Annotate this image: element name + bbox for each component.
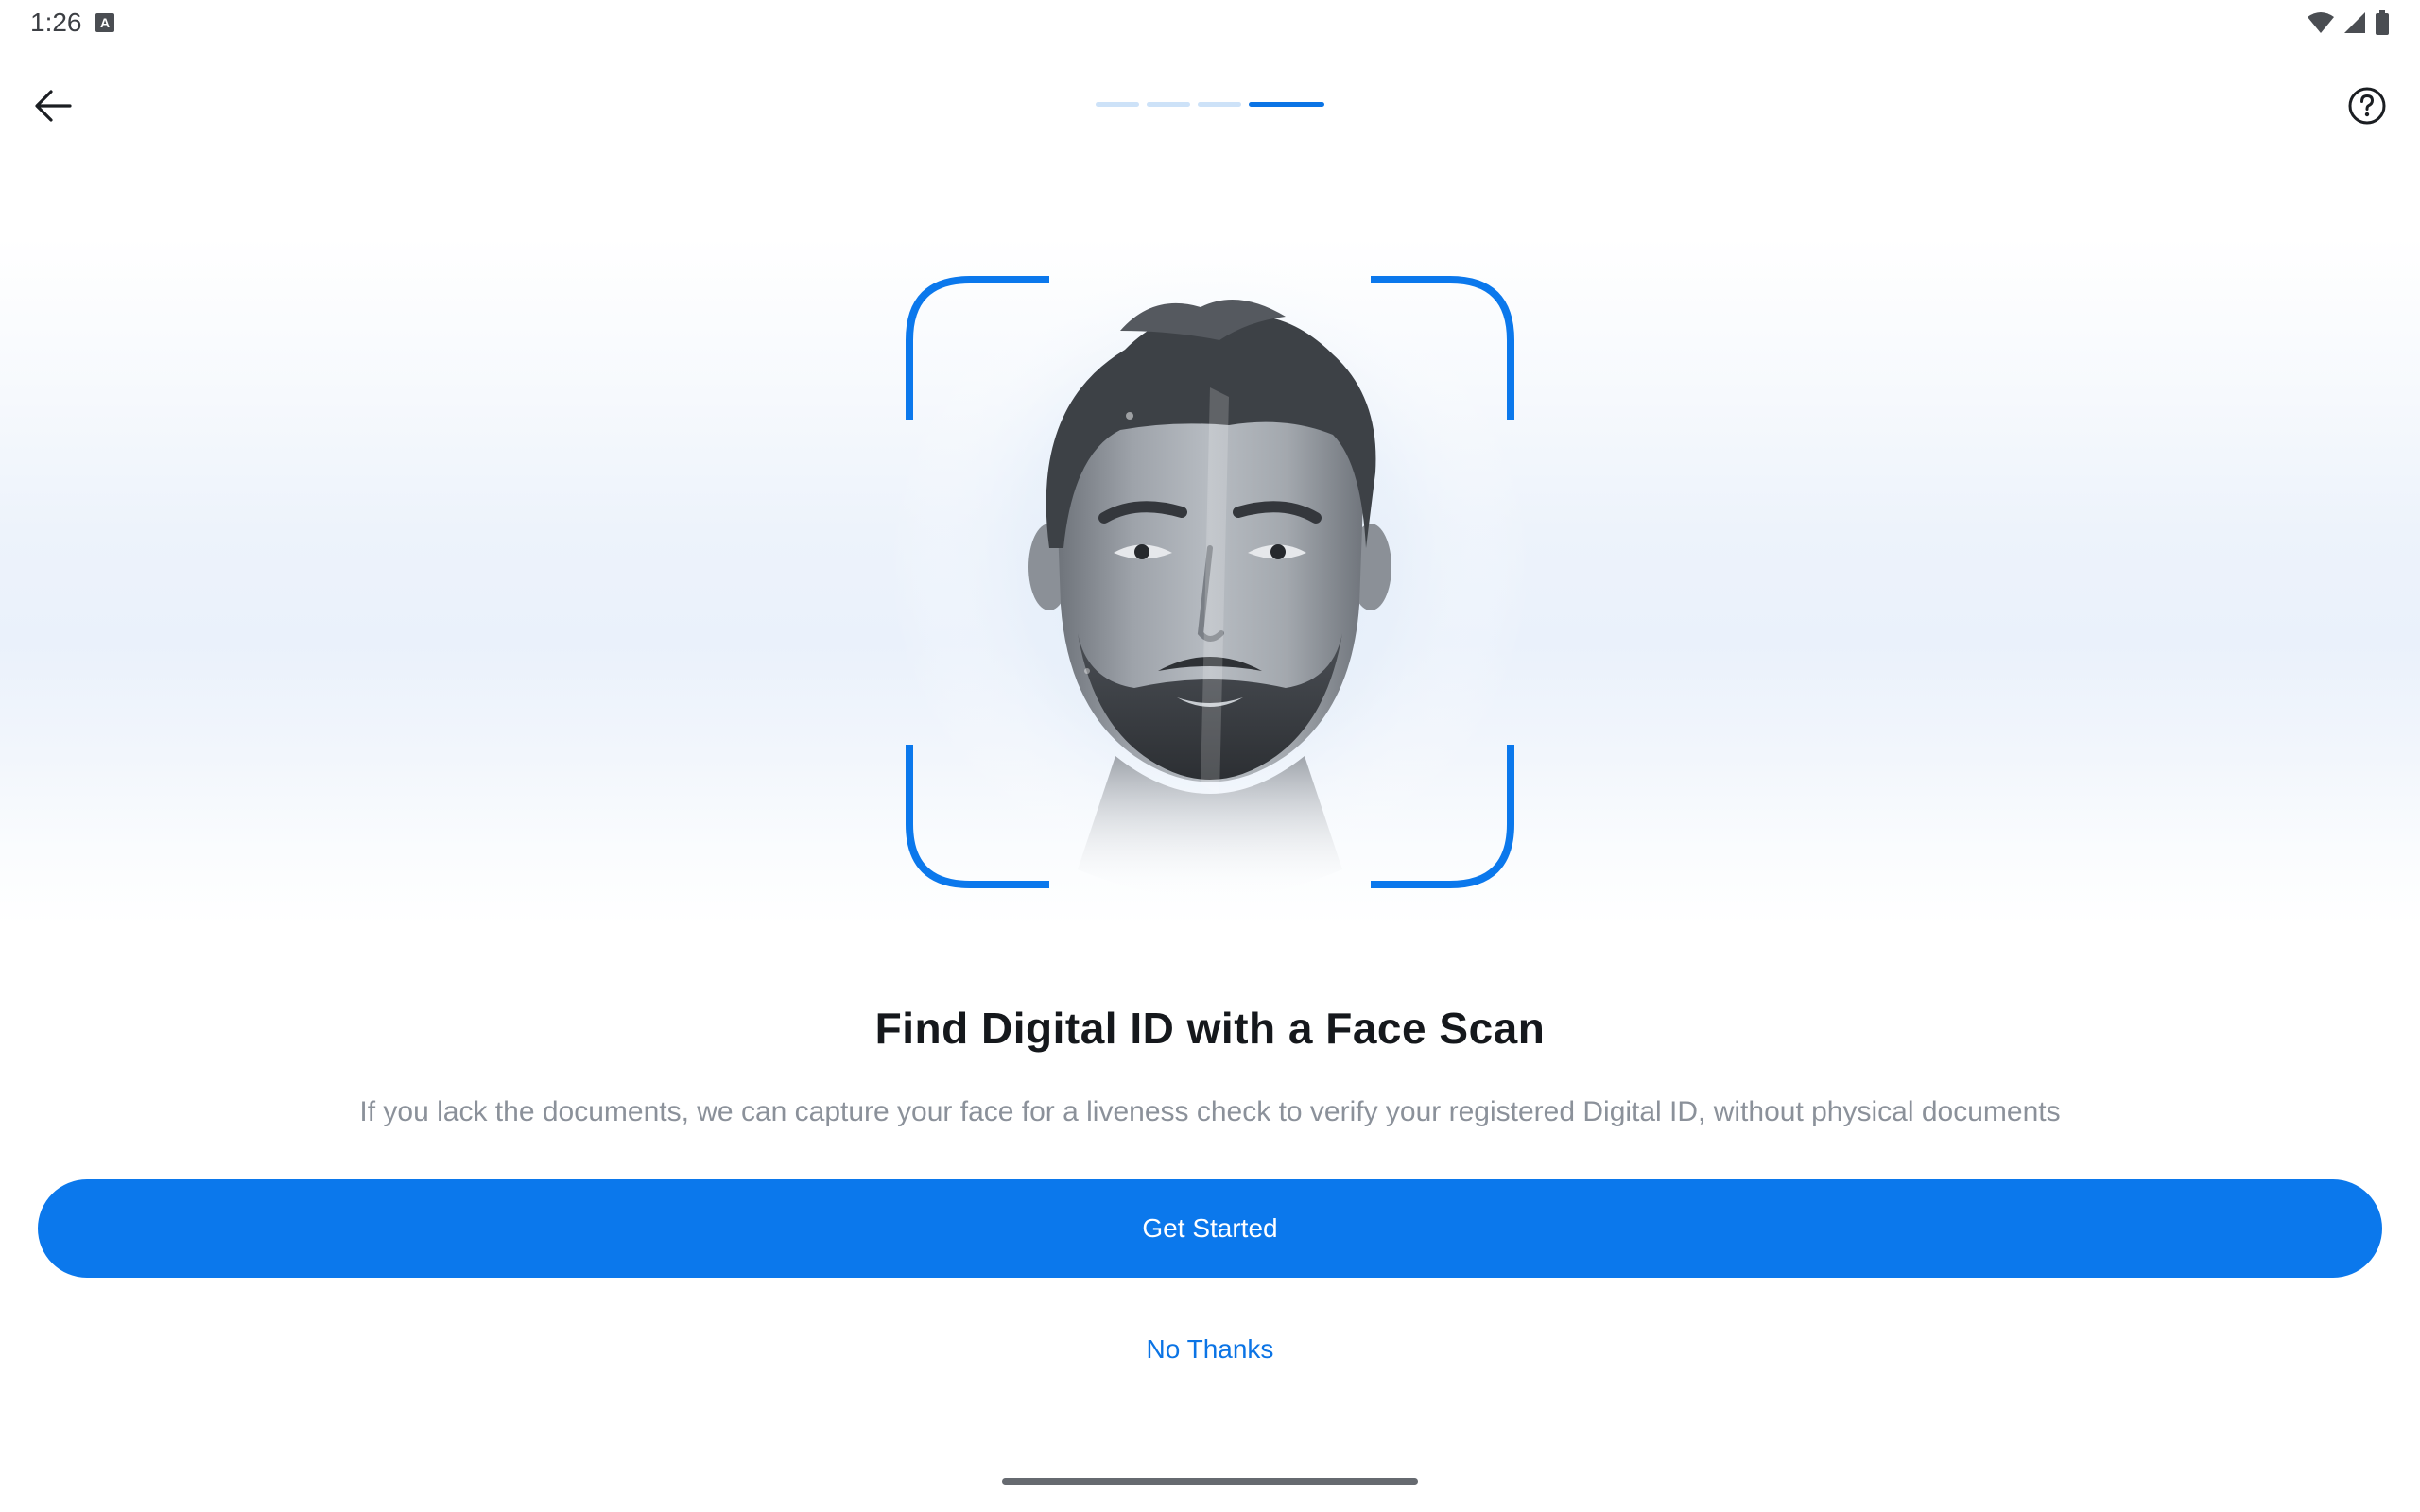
progress-step-3 <box>1198 102 1241 107</box>
progress-step-1 <box>1096 102 1139 107</box>
no-thanks-button[interactable]: No Thanks <box>1115 1321 1305 1378</box>
wifi-icon <box>2308 12 2334 33</box>
back-button[interactable] <box>23 76 83 136</box>
face-scan-illustration <box>889 265 1531 907</box>
face-portrait <box>889 265 1531 898</box>
status-icons <box>2307 9 2390 36</box>
status-bar: 1:26 A <box>0 0 2420 45</box>
battery-icon <box>2376 10 2389 35</box>
help-circle-icon <box>2348 87 2386 125</box>
progress-step-4-active <box>1249 102 1324 107</box>
a-badge-icon: A <box>95 13 114 32</box>
status-time: 1:26 <box>30 8 82 37</box>
page-title: Find Digital ID with a Face Scan <box>874 1004 1546 1053</box>
step-progress-indicator <box>1096 102 1324 108</box>
arrow-left-icon <box>35 90 72 122</box>
home-gesture-bar[interactable] <box>1002 1478 1418 1485</box>
signal-icon <box>2344 12 2365 33</box>
progress-step-2 <box>1147 102 1190 107</box>
help-button[interactable] <box>2337 76 2397 136</box>
get-started-button[interactable]: Get Started <box>38 1179 2382 1278</box>
page-description: If you lack the documents, we can captur… <box>359 1096 2061 1127</box>
